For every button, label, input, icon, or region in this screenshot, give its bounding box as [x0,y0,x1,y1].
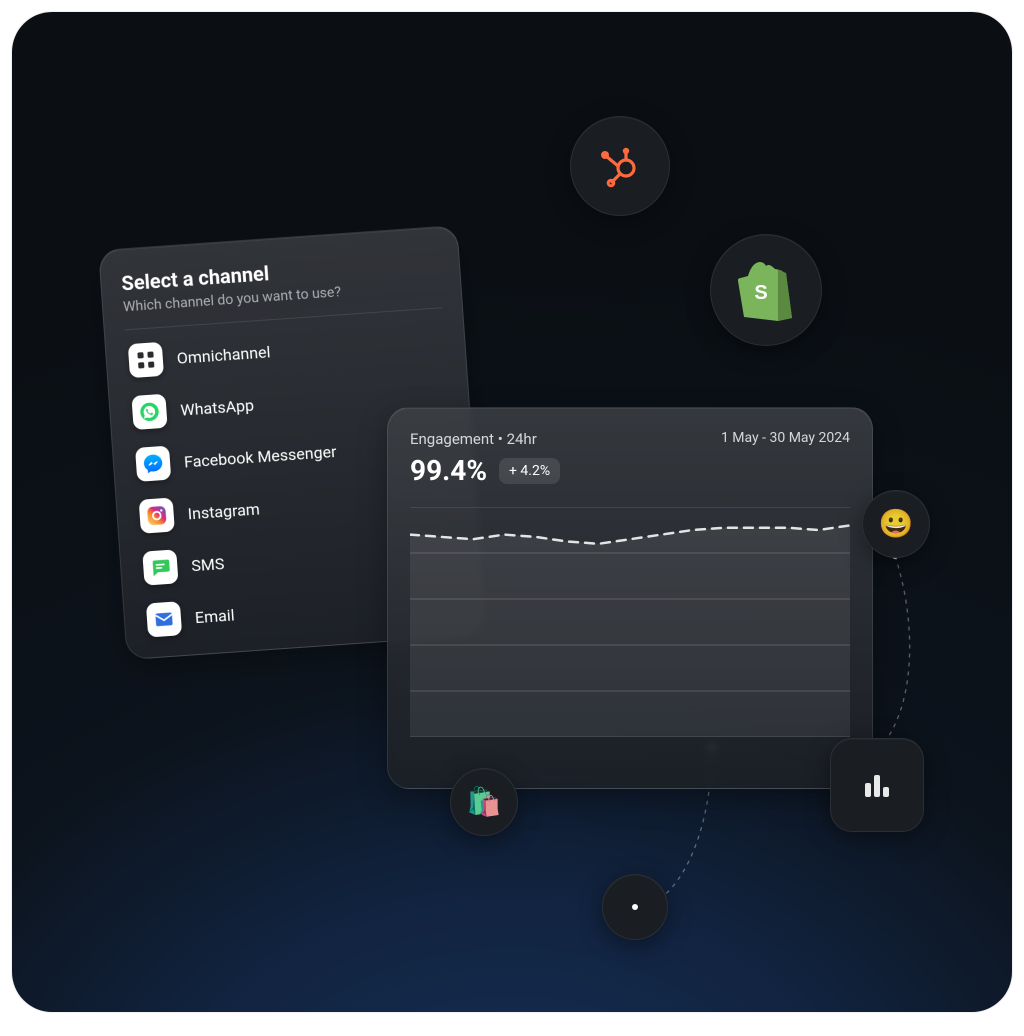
messenger-icon [135,446,171,482]
whatsapp-icon [131,394,167,430]
email-icon [146,601,182,637]
channel-item-label: Instagram [187,499,260,523]
engagement-chart [410,507,850,737]
smile-emoji: 😀 [879,510,914,538]
engagement-card: Engagement • 24hr 99.4% + 4.2% 1 May - 3… [387,407,873,789]
engagement-title: Engagement • 24hr [410,430,560,448]
engagement-value: 99.4% [410,454,487,487]
hubspot-icon [596,142,644,190]
channel-item-label: Facebook Messenger [183,441,337,471]
hubspot-bubble[interactable] [570,116,670,216]
engagement-delta-badge: + 4.2% [499,458,560,484]
engagement-date-range: 1 May - 30 May 2024 [721,430,850,446]
instagram-icon [139,497,175,533]
emoji-bubble[interactable]: 😀 [862,490,930,558]
svg-text:S: S [754,282,767,304]
channel-item-label: WhatsApp [180,395,255,419]
node-bubble [602,874,668,940]
bar-chart-icon [857,765,897,805]
grid-icon [128,342,164,378]
channel-item-label: Omnichannel [176,342,271,367]
channel-item-label: Email [194,605,235,627]
sms-icon [142,549,178,585]
stage: Select a channel Which channel do you wa… [12,12,1012,1012]
bar-chart-bubble[interactable] [830,738,924,832]
shopping-bags-icon: 🛍️ [467,788,502,816]
shopify-icon: S [738,259,794,321]
node-dot [630,902,640,912]
channel-item-omnichannel[interactable]: Omnichannel [126,320,446,380]
shopping-bags-bubble[interactable]: 🛍️ [450,768,518,836]
shopify-bubble[interactable]: S [710,234,822,346]
channel-item-label: SMS [191,554,225,575]
